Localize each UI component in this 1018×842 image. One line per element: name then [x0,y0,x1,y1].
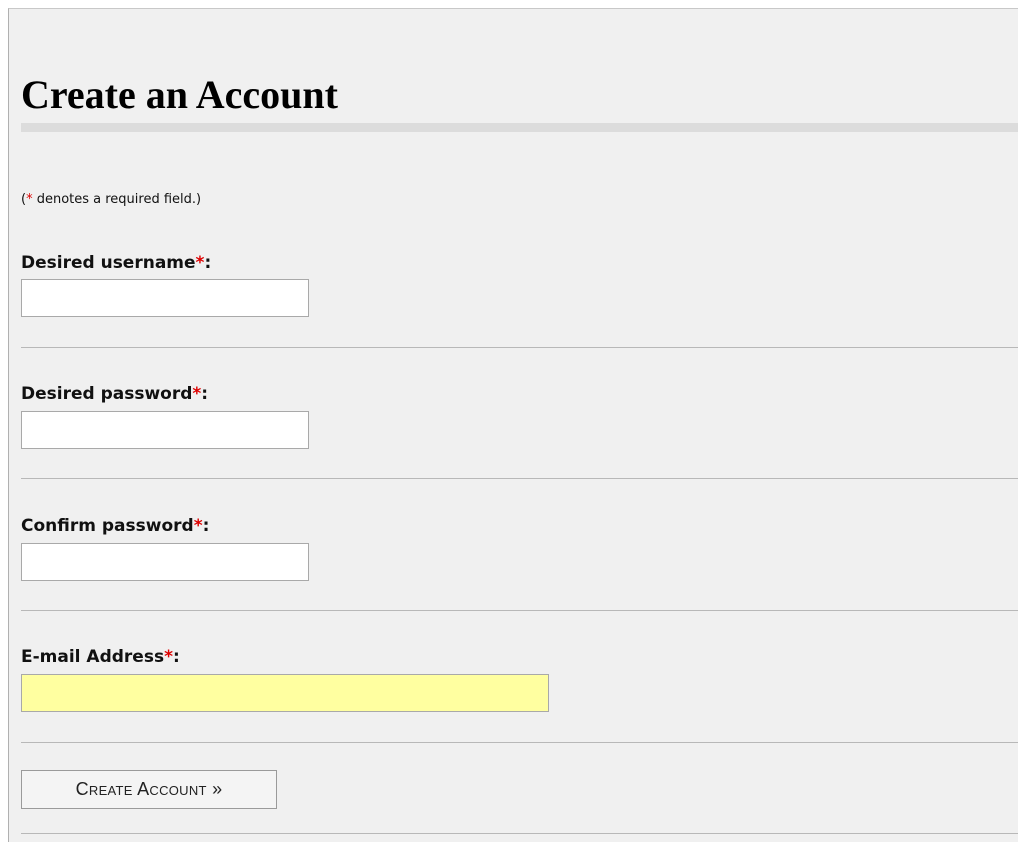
confirm-password-label-text: Confirm password [21,516,194,536]
label-colon: : [172,647,180,667]
password-label: Desired password*: [21,383,208,405]
required-asterisk: * [192,384,202,404]
email-label-text: E-mail Address [21,647,165,667]
confirm-password-label: Confirm password*: [21,515,209,537]
username-label: Desired username*: [21,252,211,274]
field-divider [21,347,1018,348]
email-input[interactable] [21,674,549,712]
title-underline [21,123,1018,132]
password-input[interactable] [21,411,309,449]
username-input[interactable] [21,279,309,317]
password-label-text: Desired password [21,384,193,404]
note-text: denotes a required field.) [32,192,202,207]
field-divider [21,742,1018,743]
confirm-password-input[interactable] [21,543,309,581]
email-label: E-mail Address*: [21,646,180,668]
create-account-button[interactable]: Create Account » [21,770,277,809]
username-label-text: Desired username [21,253,196,273]
field-divider [21,478,1018,479]
field-divider [21,610,1018,611]
field-divider [21,833,1018,834]
create-account-page: Create an Account (* denotes a required … [8,8,1018,842]
label-colon: : [204,253,212,273]
required-asterisk: * [164,647,173,667]
required-field-note: (* denotes a required field.) [21,191,201,209]
label-colon: : [202,516,210,536]
label-colon: : [201,384,209,404]
required-asterisk: * [193,516,203,536]
page-title: Create an Account [21,72,338,117]
